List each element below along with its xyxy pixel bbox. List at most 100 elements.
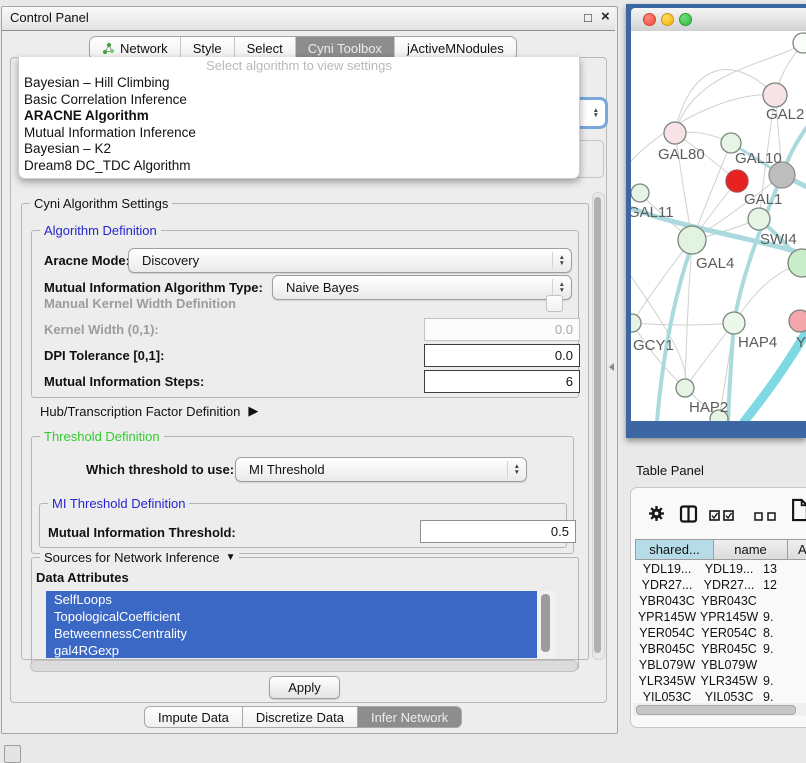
columns-icon[interactable] <box>679 505 698 528</box>
table-cell[interactable]: YDR27... <box>699 577 759 593</box>
network-node-gal1[interactable] <box>748 208 770 230</box>
table-cell[interactable] <box>759 593 806 609</box>
aracne-mode-select[interactable]: Discovery ▲▼ <box>128 248 572 273</box>
table-cell[interactable] <box>759 657 806 673</box>
sources-group-title[interactable]: Sources for Network Inference ▼ <box>40 550 239 565</box>
manual-kernel-width-checkbox[interactable] <box>546 295 563 312</box>
table-cell[interactable]: 13 <box>759 561 806 577</box>
zoom-window-icon[interactable] <box>679 13 692 26</box>
table-cell[interactable]: 9. <box>759 689 806 702</box>
network-node-swi4[interactable] <box>788 249 806 277</box>
kernel-width-field[interactable]: 0.0 <box>424 318 580 341</box>
table-row: YDR27...YDR27...12 <box>635 577 806 593</box>
node-label: GAL10 <box>735 150 782 167</box>
close-window-icon[interactable] <box>643 13 656 26</box>
network-node-gal2[interactable] <box>763 83 787 107</box>
apply-button[interactable]: Apply <box>269 676 340 699</box>
mi-steps-field[interactable]: 6 <box>424 370 580 393</box>
tab-select[interactable]: Select <box>234 37 295 59</box>
table-cell[interactable]: YLR345W <box>635 673 699 689</box>
deselect-columns-icon[interactable] <box>754 512 776 521</box>
settings-scrollbar[interactable] <box>592 192 605 660</box>
table-cell[interactable]: YBR043C <box>635 593 699 609</box>
table-cell[interactable]: YBR045C <box>635 641 699 657</box>
table-cell[interactable]: YBR043C <box>699 593 759 609</box>
table-cell[interactable]: 12 <box>759 577 806 593</box>
control-panel-titlebar[interactable] <box>2 7 615 31</box>
tab-infer-network[interactable]: Infer Network <box>358 706 462 728</box>
table-cell[interactable]: YDL19... <box>699 561 759 577</box>
tab-style[interactable]: Style <box>180 37 234 59</box>
tab-discretize-data[interactable]: Discretize Data <box>243 706 358 728</box>
table-cell[interactable]: YDR27... <box>635 577 699 593</box>
which-threshold-select[interactable]: MI Threshold ▲▼ <box>235 457 527 482</box>
attribute-item-betweennesscentrality[interactable]: BetweennessCentrality <box>46 625 537 642</box>
table-cell[interactable]: 9. <box>759 673 806 689</box>
table-cell[interactable]: 9. <box>759 609 806 625</box>
table-cell[interactable]: 9. <box>759 641 806 657</box>
network-window-titlebar[interactable] <box>631 8 806 32</box>
float-panel-icon[interactable]: □ <box>584 11 592 25</box>
network-node[interactable] <box>726 170 748 192</box>
table-cell[interactable]: YPR145W <box>635 609 699 625</box>
attribute-item-topologicalcoefficient[interactable]: TopologicalCoefficient <box>46 608 537 625</box>
hub-definition-expander[interactable]: Hub/Transcription Factor Definition ▶ <box>40 403 258 419</box>
minimized-panel-icon[interactable] <box>4 745 21 763</box>
table-cell[interactable]: YBR045C <box>699 641 759 657</box>
attribute-item-gal4rgexp[interactable]: gal4RGexp <box>46 642 537 658</box>
column-header-a[interactable]: A <box>788 539 806 560</box>
tab-cyni-toolbox[interactable]: Cyni Toolbox <box>295 37 394 59</box>
settings-hscrollbar[interactable] <box>30 660 578 672</box>
algorithm-option-bayesian-hill-climbing[interactable]: Bayesian – Hill Climbing <box>19 75 579 92</box>
table-cell[interactable]: YIL053C <box>635 689 699 702</box>
mi-threshold-field[interactable]: 0.5 <box>420 520 576 543</box>
table-cell[interactable]: YER054C <box>635 625 699 641</box>
attributes-scrollbar[interactable] <box>537 591 556 658</box>
column-header-shared[interactable]: shared... <box>635 539 714 560</box>
algorithm-option-mutual-information-inference[interactable]: Mutual Information Inference <box>19 125 579 142</box>
splitter-collapse-icon[interactable] <box>609 363 614 371</box>
select-all-columns-icon[interactable] <box>709 510 734 521</box>
aracne-mode-label: Aracne Mode: <box>44 253 130 268</box>
mi-threshold-label: Mutual Information Threshold: <box>48 525 236 540</box>
node-label: GAL80 <box>658 146 705 163</box>
tab-network[interactable]: Network <box>90 37 180 59</box>
table-cell[interactable]: YER054C <box>699 625 759 641</box>
network-node-y[interactable] <box>789 310 806 332</box>
network-node-hap2[interactable] <box>676 379 694 397</box>
network-node[interactable] <box>793 33 806 53</box>
import-table-icon[interactable] <box>791 498 806 527</box>
settings-scrollbar-thumb[interactable] <box>594 197 601 653</box>
tab-impute-data[interactable]: Impute Data <box>144 706 243 728</box>
table-cell[interactable]: 8. <box>759 625 806 641</box>
table-hscrollbar-thumb[interactable] <box>636 705 796 715</box>
table-hscrollbar[interactable] <box>633 703 806 716</box>
table-row: YPR145WYPR145W9. <box>635 609 806 625</box>
table-cell[interactable]: YBL079W <box>699 657 759 673</box>
algorithm-option-basic-correlation-inference[interactable]: Basic Correlation Inference <box>19 92 579 109</box>
data-attributes-list[interactable]: SelfLoopsTopologicalCoefficientBetweenne… <box>46 591 537 658</box>
algorithm-option-dream8-dc-tdc-algorithm[interactable]: Dream8 DC_TDC Algorithm <box>19 158 579 175</box>
table-cell[interactable]: YIL053C <box>699 689 759 702</box>
network-node-hap4[interactable] <box>723 312 745 334</box>
dpi-tolerance-field[interactable]: 0.0 <box>424 344 580 367</box>
minimize-window-icon[interactable] <box>661 13 674 26</box>
network-node-gal80[interactable] <box>664 122 686 144</box>
network-node-gal11[interactable] <box>631 184 649 202</box>
network-canvas[interactable]: GAL2GAL80GAL10GAL1GAL11GAL4SWI4GCY1HAP4Y… <box>631 31 806 421</box>
table-cell[interactable]: YDL19... <box>635 561 699 577</box>
attributes-scrollbar-thumb[interactable] <box>541 594 550 652</box>
algorithm-option-bayesian-k2[interactable]: Bayesian – K2 <box>19 141 579 158</box>
table-cell[interactable]: YPR145W <box>699 609 759 625</box>
network-node-gal4[interactable] <box>678 226 706 254</box>
algorithm-option-aracne-algorithm[interactable]: ARACNE Algorithm <box>19 108 579 125</box>
close-panel-icon[interactable]: × <box>601 10 610 24</box>
attribute-item-selfloops[interactable]: SelfLoops <box>46 591 537 608</box>
table-cell[interactable]: YLR345W <box>699 673 759 689</box>
mi-algorithm-type-select[interactable]: Naive Bayes ▲▼ <box>272 275 572 300</box>
table-cell[interactable]: YBL079W <box>635 657 699 673</box>
network-node-gcy1[interactable] <box>631 314 641 332</box>
tab-jactivemnodules[interactable]: jActiveMNodules <box>394 37 516 59</box>
gear-icon[interactable] <box>648 505 665 527</box>
column-header-name[interactable]: name <box>714 539 788 560</box>
